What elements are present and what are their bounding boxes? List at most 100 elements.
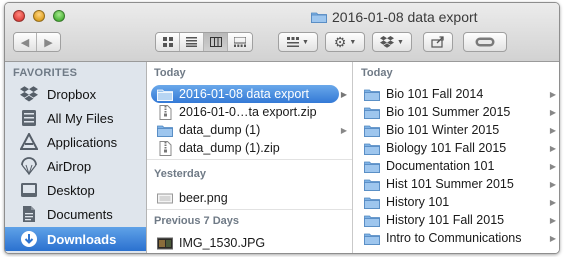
share-icon <box>431 36 444 48</box>
chevron-down-icon: ▼ <box>302 38 309 46</box>
folder-icon <box>364 195 380 209</box>
airdrop-icon <box>19 156 39 176</box>
all-files-icon <box>19 108 39 128</box>
list-item-label: data_dump (1).zip <box>179 141 280 155</box>
zip-file-icon <box>157 104 173 120</box>
folder-icon <box>311 12 327 23</box>
section-heading-yesterday: Yesterday <box>154 168 206 180</box>
list-item[interactable]: data_dump (1) ▶ <box>147 121 352 139</box>
dropbox-icon <box>380 36 395 48</box>
section-divider <box>147 209 352 210</box>
list-item-label: IMG_1530.JPG <box>179 236 266 250</box>
disclosure-arrow-icon: ▶ <box>340 89 347 99</box>
list-item[interactable]: History 101 ▶ <box>354 193 559 211</box>
list-view-button[interactable] <box>180 33 204 51</box>
list-item-label: data_dump (1) <box>179 123 261 137</box>
list-item[interactable]: Intro to Communications ▶ <box>354 229 559 247</box>
dropbox-icon <box>19 84 39 104</box>
list-item-label: Documentation 101 <box>386 159 495 173</box>
gear-icon: ⚙ <box>333 33 347 50</box>
sidebar-item-label: Applications <box>47 134 118 150</box>
dropbox-button[interactable]: ▼ <box>372 32 412 52</box>
disclosure-arrow-icon: ▶ <box>549 161 556 171</box>
list-item[interactable]: Biology 101 Fall 2015 ▶ <box>354 139 559 157</box>
disclosure-arrow-icon: ▶ <box>549 215 556 225</box>
grid-icon <box>162 37 173 47</box>
folder-icon <box>364 231 380 245</box>
sidebar-item-documents[interactable]: Documents <box>5 202 146 226</box>
tag-icon <box>475 37 495 47</box>
cover-flow-view-button[interactable] <box>228 33 252 51</box>
disclosure-arrow-icon: ▶ <box>549 143 556 153</box>
list-icon <box>186 37 197 47</box>
list-item-label: History 101 <box>386 195 450 209</box>
sidebar-item-label: Dropbox <box>47 86 97 102</box>
disclosure-arrow-icon: ▶ <box>549 197 556 207</box>
list-item[interactable]: 2016-01-08 data export ▶ <box>147 85 352 103</box>
share-button[interactable] <box>423 32 453 52</box>
list-item-label: Biology 101 Fall 2015 <box>386 141 507 155</box>
chevron-down-icon: ▼ <box>397 38 404 46</box>
folder-icon <box>364 159 380 173</box>
finder-window: 2016-01-08 data export ◀ ▶ ▼ ⚙ ▼ ▼ FAVOR… <box>4 2 560 254</box>
list-item-label: beer.png <box>179 191 228 205</box>
list-item[interactable]: Hist 101 Summer 2015 ▶ <box>354 175 559 193</box>
desktop-icon <box>19 180 39 200</box>
cover-flow-icon <box>234 37 246 47</box>
sidebar-item-dropbox[interactable]: Dropbox <box>5 82 146 106</box>
list-item[interactable]: IMG_1530.JPG <box>147 234 352 252</box>
column-view-button[interactable] <box>204 33 228 51</box>
list-item[interactable]: Bio 101 Summer 2015 ▶ <box>354 103 559 121</box>
list-item[interactable]: Documentation 101 ▶ <box>354 157 559 175</box>
forward-button[interactable]: ▶ <box>37 33 60 51</box>
close-window-button[interactable] <box>13 10 25 22</box>
chevron-left-icon: ◀ <box>20 36 30 49</box>
arrange-button[interactable]: ▼ <box>278 32 318 52</box>
list-item[interactable]: data_dump (1).zip <box>147 139 352 157</box>
sidebar-item-downloads[interactable]: Downloads <box>5 227 146 251</box>
list-item[interactable]: 2016-01-0…ta export.zip <box>147 103 352 121</box>
disclosure-arrow-icon: ▶ <box>549 179 556 189</box>
folder-icon <box>157 87 173 101</box>
disclosure-arrow-icon: ▶ <box>340 125 347 135</box>
column-downloads: Today 2016-01-08 data export ▶ 2016-01-0… <box>147 62 353 253</box>
zoom-window-button[interactable] <box>53 10 65 22</box>
column-export-contents: Today Bio 101 Fall 2014 ▶ Bio 101 Summer… <box>354 62 559 253</box>
list-item-label: Intro to Communications <box>386 231 522 245</box>
folder-icon <box>364 87 380 101</box>
folder-icon <box>364 123 380 137</box>
columns-icon <box>209 37 222 47</box>
list-item[interactable]: Bio 101 Winter 2015 ▶ <box>354 121 559 139</box>
sidebar-item-label: Documents <box>47 206 113 222</box>
list-item[interactable]: Bio 101 Fall 2014 ▶ <box>354 85 559 103</box>
disclosure-arrow-icon: ▶ <box>549 107 556 117</box>
downloads-icon <box>19 229 39 249</box>
sidebar: FAVORITES Dropbox All My Files Applicati… <box>5 62 147 253</box>
action-button[interactable]: ⚙ ▼ <box>325 32 365 52</box>
sidebar-item-desktop[interactable]: Desktop <box>5 178 146 202</box>
minimize-window-button[interactable] <box>33 10 45 22</box>
section-heading-today: Today <box>154 67 186 79</box>
back-button[interactable]: ◀ <box>14 33 37 51</box>
view-mode-switcher <box>155 32 253 52</box>
list-item-label: 2016-01-0…ta export.zip <box>179 105 317 119</box>
sidebar-item-applications[interactable]: Applications <box>5 130 146 154</box>
section-heading-previous-7-days: Previous 7 Days <box>154 215 239 227</box>
folder-icon <box>157 123 173 137</box>
disclosure-arrow-icon: ▶ <box>549 125 556 135</box>
list-item[interactable]: beer.png <box>147 189 352 207</box>
tags-button[interactable] <box>463 32 507 52</box>
sidebar-item-label: Downloads <box>47 231 117 247</box>
icon-view-button[interactable] <box>156 33 180 51</box>
list-item[interactable]: History 101 Fall 2015 ▶ <box>354 211 559 229</box>
photo-file-icon <box>157 236 173 250</box>
sidebar-item-label: Desktop <box>47 182 95 198</box>
sidebar-item-all-my-files[interactable]: All My Files <box>5 106 146 130</box>
folder-icon <box>364 105 380 119</box>
disclosure-arrow-icon: ▶ <box>549 233 556 243</box>
list-item-label: History 101 Fall 2015 <box>386 213 505 227</box>
folder-icon <box>364 141 380 155</box>
navigation-buttons: ◀ ▶ <box>13 32 61 52</box>
sidebar-item-airdrop[interactable]: AirDrop <box>5 154 146 178</box>
sidebar-heading: FAVORITES <box>13 67 78 79</box>
